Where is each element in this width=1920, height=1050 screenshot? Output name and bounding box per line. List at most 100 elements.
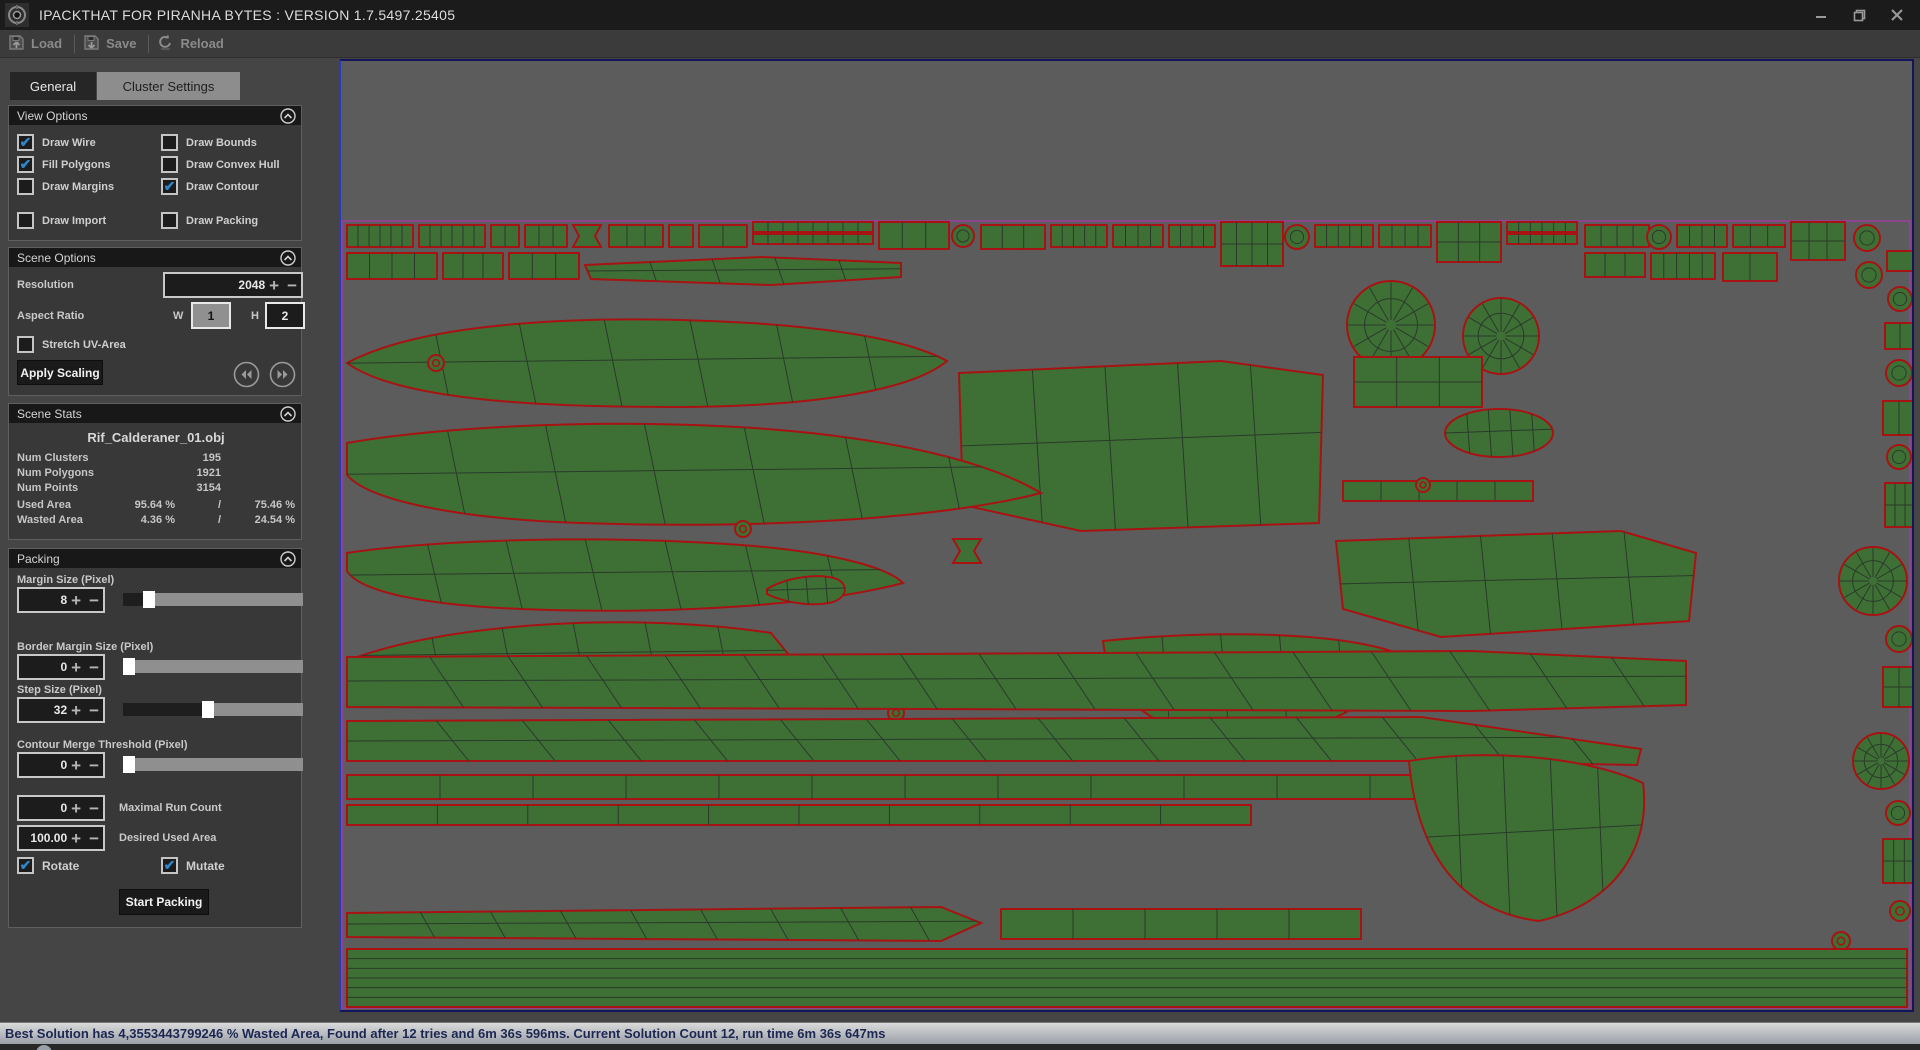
step-size-value: 32: [19, 703, 67, 717]
minus-icon[interactable]: −: [85, 592, 103, 609]
load-button[interactable]: Load: [0, 30, 74, 57]
checkbox-fill-polygons[interactable]: ✔: [17, 156, 34, 173]
restore-button[interactable]: [1840, 0, 1878, 30]
save-label: Save: [106, 36, 136, 51]
plus-icon[interactable]: +: [67, 702, 85, 719]
minus-icon[interactable]: −: [85, 757, 103, 774]
aspect-ratio-label: Aspect Ratio: [17, 310, 84, 322]
uv-clusters: [347, 222, 1912, 1007]
prev-solution-button[interactable]: [233, 361, 260, 388]
checkbox-draw-packing[interactable]: ✔: [161, 212, 178, 229]
resolution-stepper[interactable]: 2048 + −: [163, 272, 303, 298]
desired-used-area-stepper[interactable]: 100.00 + −: [17, 825, 105, 851]
checkbox-label-draw-contour: Draw Contour: [186, 181, 259, 193]
checkbox-draw-convex-hull[interactable]: ✔: [161, 156, 178, 173]
load-label: Load: [31, 36, 62, 51]
start-packing-button[interactable]: Start Packing: [119, 889, 209, 915]
contour-merge-threshold-stepper[interactable]: 0 + −: [17, 752, 105, 778]
border-margin-size-value: 0: [19, 660, 67, 674]
reload-button[interactable]: Reload: [149, 30, 235, 57]
collapse-icon[interactable]: [280, 406, 296, 425]
checkbox-label-draw-convex-hull: Draw Convex Hull: [186, 159, 280, 171]
collapse-icon[interactable]: [280, 551, 296, 570]
collapse-icon[interactable]: [280, 250, 296, 269]
border-margin-size-slider[interactable]: [123, 660, 303, 673]
plus-icon[interactable]: +: [67, 757, 85, 774]
margin-size-stepper[interactable]: 8 + −: [17, 587, 105, 613]
aspect-w-label: W: [173, 310, 183, 322]
checkbox-draw-wire[interactable]: ✔: [17, 134, 34, 151]
minus-icon[interactable]: −: [283, 277, 301, 294]
checkbox-label-draw-import: Draw Import: [42, 215, 106, 227]
checkbox-draw-import[interactable]: ✔: [17, 212, 34, 229]
collapse-icon[interactable]: [280, 108, 296, 127]
minus-icon[interactable]: −: [85, 830, 103, 847]
margin-size-slider[interactable]: [123, 593, 303, 606]
scene-stats-title: Scene Stats: [17, 407, 82, 421]
scene-file-name: Rif_Calderaner_01.obj: [9, 430, 303, 445]
plus-icon[interactable]: +: [67, 659, 85, 676]
scene-options-header: Scene Options: [9, 248, 301, 267]
contour-merge-threshold-slider[interactable]: [123, 758, 303, 771]
aspect-w-field[interactable]: 1: [191, 302, 231, 329]
packing-section: Packing Margin Size (Pixel) 8 + − Border…: [8, 548, 302, 928]
border-margin-size-label: Border Margin Size (Pixel): [17, 641, 153, 653]
checkbox-stretch-uv-area[interactable]: ✔: [17, 336, 34, 353]
step-size-label: Step Size (Pixel): [17, 684, 102, 696]
checkbox-label-draw-margins: Draw Margins: [42, 181, 114, 193]
maximal-run-count-stepper[interactable]: 0 + −: [17, 795, 105, 821]
stat-row-used-area: Used Area95.64 %/75.46 %: [17, 499, 295, 511]
aspect-h-field[interactable]: 2: [265, 302, 305, 329]
tab-general[interactable]: General: [10, 72, 96, 100]
tab-cluster-settings[interactable]: Cluster Settings: [97, 72, 240, 100]
plus-icon[interactable]: +: [265, 277, 283, 294]
checkbox-label-draw-packing: Draw Packing: [186, 215, 258, 227]
checkbox-rotate[interactable]: ✔: [17, 857, 34, 874]
packing-header: Packing: [9, 549, 301, 568]
uv-packing-canvas: [341, 61, 1912, 1010]
scene-options-title: Scene Options: [17, 251, 96, 265]
plus-icon[interactable]: +: [67, 592, 85, 609]
checkbox-label-fill-polygons: Fill Polygons: [42, 159, 110, 171]
border-margin-size-stepper[interactable]: 0 + −: [17, 654, 105, 680]
contour-merge-threshold-label: Contour Merge Threshold (Pixel): [17, 739, 188, 751]
view-options-section: View Options ✔Draw Wire ✔Draw Bounds ✔Fi…: [8, 105, 302, 241]
checkbox-label-stretch-uv-area: Stretch UV-Area: [42, 339, 126, 351]
desired-used-area-label: Desired Used Area: [119, 832, 216, 844]
checkbox-draw-bounds[interactable]: ✔: [161, 134, 178, 151]
plus-icon[interactable]: +: [67, 800, 85, 817]
minus-icon[interactable]: −: [85, 659, 103, 676]
minimize-button[interactable]: [1802, 0, 1840, 30]
step-size-stepper[interactable]: 32 + −: [17, 697, 105, 723]
margin-size-value: 8: [19, 593, 67, 607]
load-icon: [8, 34, 25, 54]
status-bar: Best Solution has 4,3553443799246 % Wast…: [0, 1022, 1920, 1044]
minus-icon[interactable]: −: [85, 800, 103, 817]
app-icon: [5, 3, 29, 27]
packing-title: Packing: [17, 552, 60, 566]
view-options-header: View Options: [9, 106, 301, 125]
plus-icon[interactable]: +: [67, 830, 85, 847]
view-options-title: View Options: [17, 109, 87, 123]
step-size-slider[interactable]: [123, 703, 303, 716]
desired-used-area-value: 100.00: [19, 831, 67, 845]
bottom-strip: [0, 1044, 1920, 1050]
apply-scaling-button[interactable]: Apply Scaling: [17, 360, 103, 385]
checkbox-draw-margins[interactable]: ✔: [17, 178, 34, 195]
minus-icon[interactable]: −: [85, 702, 103, 719]
toolbar: Load Save Reload: [0, 30, 1920, 58]
resolution-value: 2048: [165, 278, 265, 292]
checkbox-mutate[interactable]: ✔: [161, 857, 178, 874]
stat-row-num-clusters: Num Clusters195: [17, 452, 295, 464]
scene-stats-section: Scene Stats Rif_Calderaner_01.obj Num Cl…: [8, 403, 302, 540]
save-button[interactable]: Save: [75, 30, 148, 57]
close-button[interactable]: [1878, 0, 1916, 30]
next-solution-button[interactable]: [269, 361, 296, 388]
maximal-run-count-label: Maximal Run Count: [119, 802, 222, 814]
uv-viewport[interactable]: [339, 59, 1914, 1012]
checkbox-label-mutate: Mutate: [186, 859, 225, 873]
checkbox-draw-contour[interactable]: ✔: [161, 178, 178, 195]
save-icon: [83, 34, 100, 54]
scene-options-section: Scene Options Resolution 2048 + − Aspect…: [8, 247, 302, 396]
stat-row-wasted-area: Wasted Area4.36 %/24.54 %: [17, 514, 295, 526]
